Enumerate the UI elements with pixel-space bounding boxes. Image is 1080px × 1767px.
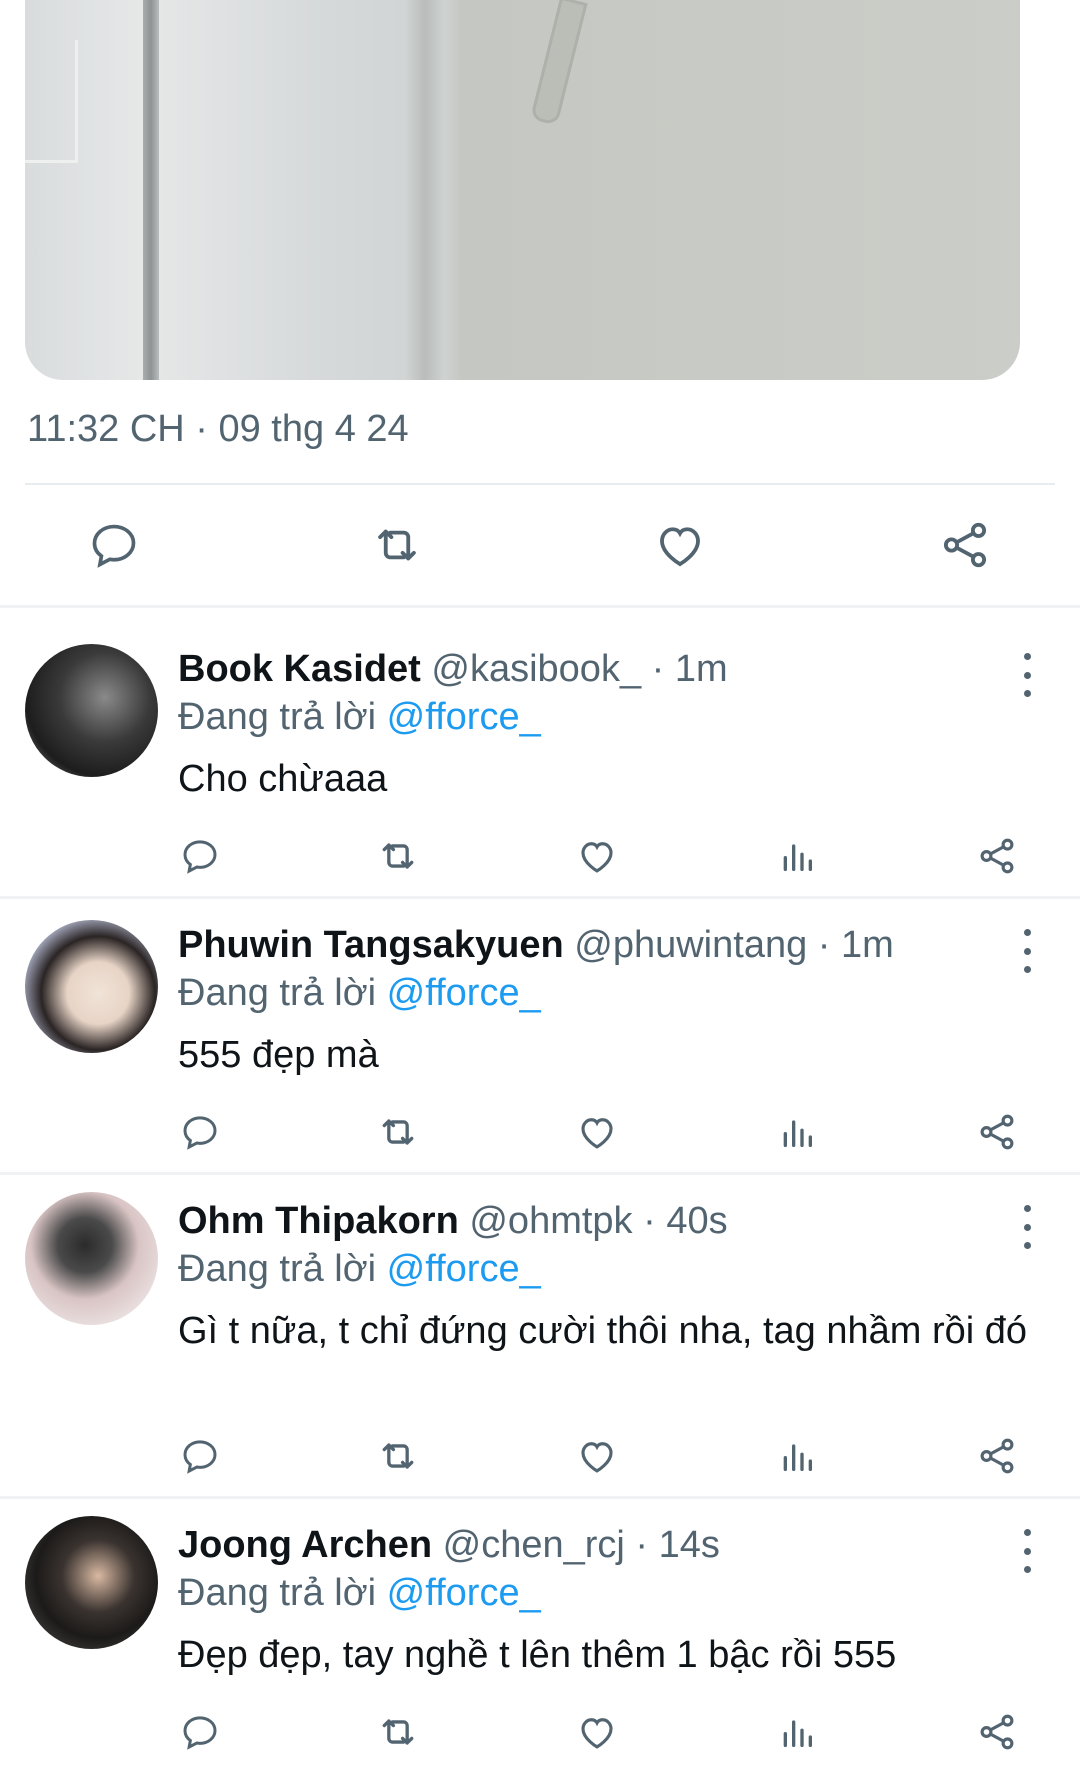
reply-header: Ohm Thipakorn @ohmtpk · 40s	[178, 1200, 728, 1243]
heart-icon[interactable]	[575, 1434, 619, 1478]
display-name[interactable]: Book Kasidet	[178, 648, 421, 690]
heart-icon[interactable]	[575, 1110, 619, 1154]
tweet-timestamp: 11:32 CH · 09 thg 4 24	[27, 408, 409, 450]
analytics-icon[interactable]	[775, 1110, 819, 1154]
analytics-icon[interactable]	[775, 1434, 819, 1478]
divider	[0, 605, 1080, 608]
retweet-icon[interactable]	[370, 518, 424, 572]
reply-icon[interactable]	[87, 518, 141, 572]
divider	[25, 483, 1055, 485]
share-icon[interactable]	[975, 834, 1019, 878]
retweet-icon[interactable]	[376, 834, 420, 878]
reply-action-bar	[0, 834, 1080, 890]
mention-link[interactable]: @fforce_	[387, 696, 541, 738]
mention-link[interactable]: @fforce_	[387, 972, 541, 1014]
reply-icon[interactable]	[178, 1434, 222, 1478]
reply-action-bar	[0, 1710, 1080, 1766]
avatar[interactable]	[25, 920, 158, 1053]
avatar[interactable]	[25, 1516, 158, 1649]
divider	[0, 1496, 1080, 1499]
reply-header: Joong Archen @chen_rcj · 14s	[178, 1524, 720, 1567]
heart-icon[interactable]	[575, 834, 619, 878]
mention-link[interactable]: @fforce_	[387, 1572, 541, 1614]
reply-action-bar	[0, 1434, 1080, 1490]
handle-time: @phuwintang · 1m	[563, 924, 894, 966]
retweet-icon[interactable]	[376, 1434, 420, 1478]
replying-to: Đang trả lời @fforce_	[178, 1248, 541, 1290]
more-vertical-icon[interactable]	[1015, 1529, 1039, 1573]
share-icon[interactable]	[975, 1434, 1019, 1478]
photo-detail	[529, 0, 588, 126]
photo-detail	[405, 0, 445, 380]
reply-header: Phuwin Tangsakyuen @phuwintang · 1m	[178, 924, 894, 967]
analytics-icon[interactable]	[775, 1710, 819, 1754]
reply-text: 555 đẹp mà	[178, 1034, 379, 1076]
share-icon[interactable]	[975, 1110, 1019, 1154]
photo-detail	[143, 0, 159, 380]
handle-time: @kasibook_ · 1m	[420, 648, 728, 690]
reply-icon[interactable]	[178, 1110, 222, 1154]
retweet-icon[interactable]	[376, 1110, 420, 1154]
reply-action-bar	[0, 1110, 1080, 1166]
retweet-icon[interactable]	[376, 1710, 420, 1754]
reply-icon[interactable]	[178, 1710, 222, 1754]
display-name[interactable]: Ohm Thipakorn	[178, 1200, 459, 1242]
tweet-action-bar	[0, 500, 1080, 590]
heart-icon[interactable]	[653, 518, 707, 572]
photo-detail	[25, 40, 78, 163]
reply-icon[interactable]	[178, 834, 222, 878]
avatar[interactable]	[25, 644, 158, 777]
heart-icon[interactable]	[575, 1710, 619, 1754]
handle-time: @ohmtpk · 40s	[458, 1200, 728, 1242]
display-name[interactable]: Phuwin Tangsakyuen	[178, 924, 564, 966]
reply-text: Đẹp đẹp, tay nghề t lên thêm 1 bậc rồi 5…	[178, 1634, 897, 1676]
divider	[0, 1172, 1080, 1175]
handle-time: @chen_rcj · 14s	[432, 1524, 720, 1566]
replying-to: Đang trả lời @fforce_	[178, 696, 541, 738]
analytics-icon[interactable]	[775, 834, 819, 878]
share-icon[interactable]	[975, 1710, 1019, 1754]
more-vertical-icon[interactable]	[1015, 1205, 1039, 1249]
reply-text: Cho chừaaa	[178, 758, 388, 800]
more-vertical-icon[interactable]	[1015, 653, 1039, 697]
reply-text: Gì t nữa, t chỉ đứng cười thôi nha, tag …	[178, 1310, 1028, 1352]
replying-to: Đang trả lời @fforce_	[178, 1572, 541, 1614]
divider	[0, 896, 1080, 899]
more-vertical-icon[interactable]	[1015, 929, 1039, 973]
avatar[interactable]	[25, 1192, 158, 1325]
tweet-photo[interactable]	[25, 0, 1020, 380]
reply-header: Book Kasidet @kasibook_ · 1m	[178, 648, 728, 691]
replying-to: Đang trả lời @fforce_	[178, 972, 541, 1014]
share-icon[interactable]	[938, 518, 992, 572]
display-name[interactable]: Joong Archen	[178, 1524, 432, 1566]
mention-link[interactable]: @fforce_	[387, 1248, 541, 1290]
